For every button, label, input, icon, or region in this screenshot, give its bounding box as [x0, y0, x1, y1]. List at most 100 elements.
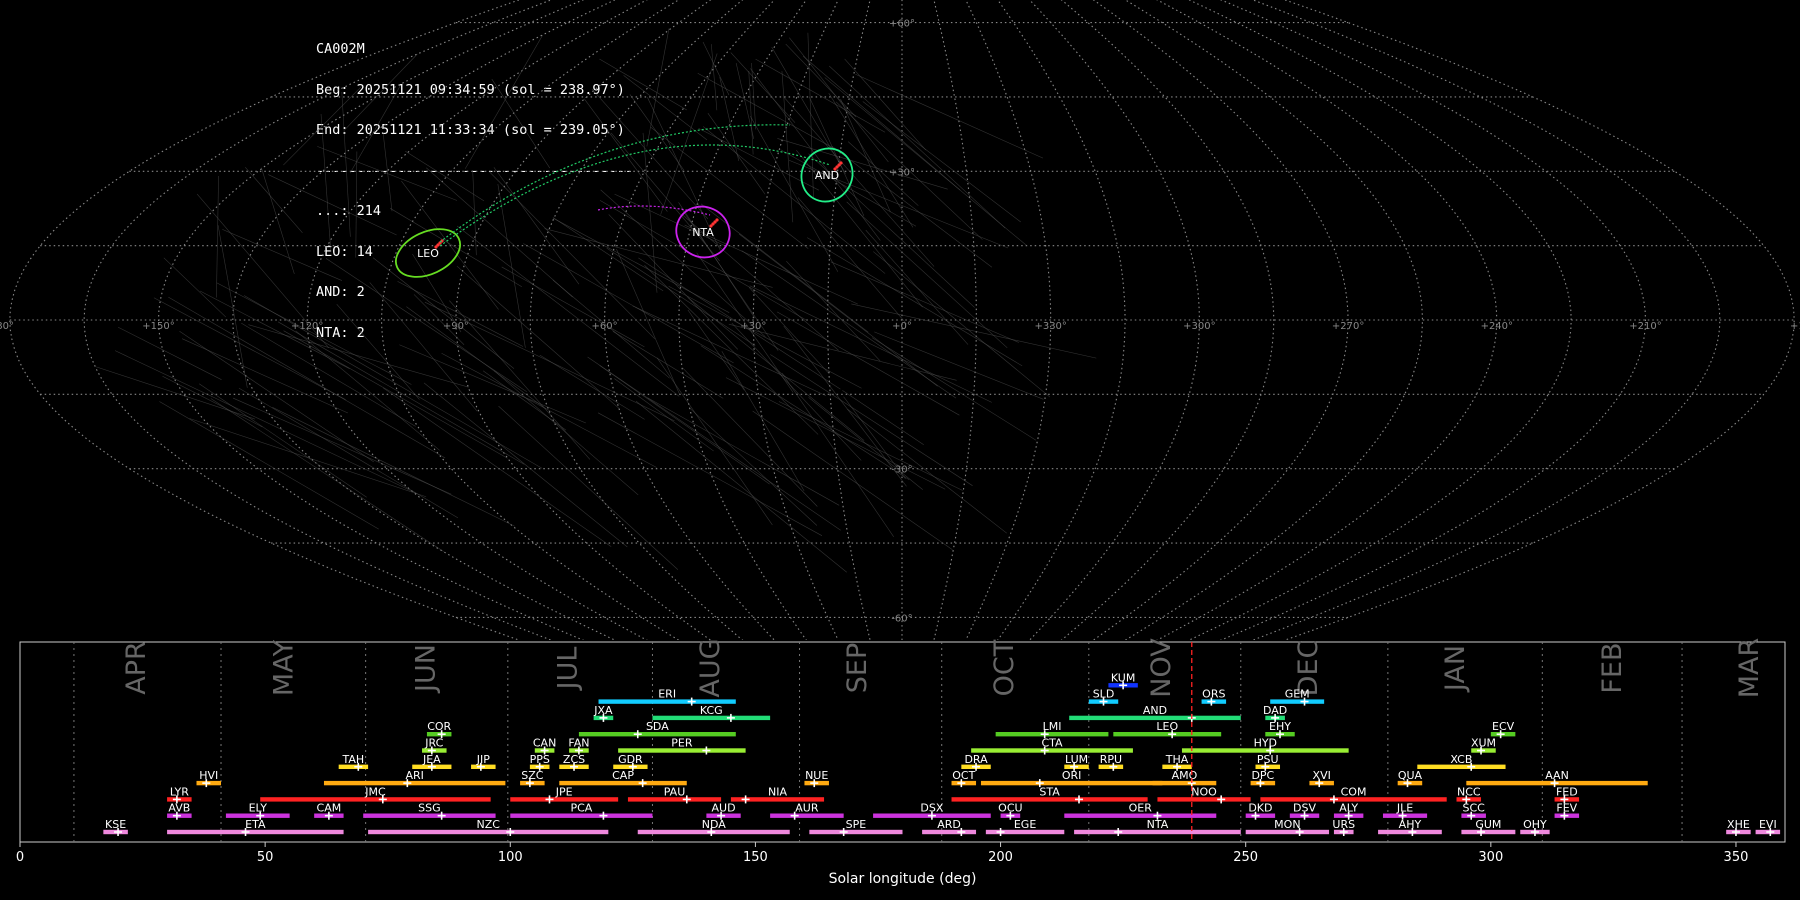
month-label: JAN: [1440, 645, 1471, 693]
shower-bar: [1157, 797, 1251, 802]
shower-bar: [1397, 780, 1423, 786]
shower-label: DSV: [1293, 802, 1316, 815]
meridian-line: [232, 0, 616, 640]
meteor-trail: [612, 331, 724, 399]
meteor-trail: [317, 146, 458, 201]
meteor-trail: [771, 46, 846, 174]
x-tick-label: 250: [1233, 850, 1258, 865]
shower-label: XUM: [1471, 737, 1496, 750]
shower-bar: [1417, 764, 1506, 769]
shower-bar: [1456, 797, 1482, 802]
shower-label: LYR: [170, 785, 189, 798]
shower-label: NUE: [805, 769, 828, 782]
shower-bar: [770, 813, 844, 818]
shower-label: NDA: [702, 818, 727, 831]
timeline-frame: [19, 641, 1786, 843]
meteor-trail: [238, 387, 459, 519]
shower-bar: [1333, 813, 1364, 818]
shower-label: NZC: [476, 818, 500, 831]
shower-label: PER: [671, 737, 693, 750]
shower-bar: [598, 699, 736, 704]
shower-label: STA: [1039, 785, 1060, 798]
meteor-trail: [847, 408, 1007, 534]
meteor-trail: [614, 378, 714, 452]
shower-bar: [995, 732, 1109, 737]
meteor-trail: [846, 201, 1008, 349]
meteor-trail: [405, 150, 485, 202]
shower-label: ELY: [249, 802, 268, 815]
shower-label: OHY: [1523, 818, 1547, 831]
meteor-trail: [162, 375, 263, 428]
shower-label: SLD: [1093, 688, 1115, 701]
shower-label: LUM: [1065, 753, 1088, 766]
longitude-label: +150°: [142, 321, 174, 332]
meteor-trail: [711, 44, 718, 111]
radiant-label: LEO: [417, 247, 439, 260]
shower-label: SPE: [846, 818, 867, 831]
shower-bar: [323, 780, 506, 786]
shower-label: URS: [1332, 818, 1355, 831]
shower-label: LMI: [1043, 720, 1062, 733]
meteor-trail: [320, 114, 332, 253]
longitude-label: +180°: [0, 321, 14, 332]
shower-label: DSX: [920, 802, 943, 815]
month-label: OCT: [989, 639, 1020, 696]
meteor-trail: [702, 41, 730, 96]
x-tick-label: 150: [743, 850, 768, 865]
shower-label: ORI: [1062, 769, 1082, 782]
shower-label: ORS: [1202, 688, 1225, 701]
meteor-trail: [390, 208, 522, 288]
shower-bar: [412, 764, 452, 769]
shower-label: AVB: [168, 802, 190, 815]
shower-bar: [167, 797, 192, 802]
shower-bar: [1265, 715, 1285, 721]
shower-label: AAN: [1545, 769, 1569, 782]
meteor-trail: [222, 229, 343, 281]
meteor-trail: [491, 78, 551, 169]
meteor-trail: [449, 300, 591, 460]
latitude-label: -60°: [891, 613, 912, 624]
shower-bar: [196, 780, 222, 786]
shower-bar: [1108, 683, 1138, 688]
shower-bar: [559, 764, 589, 769]
meteor-trail: [272, 407, 515, 527]
shower-label: ARI: [405, 769, 423, 782]
shower-bar: [961, 764, 991, 769]
shower-bars: KUM ERI SLD ORS GEM JXA KCG AND DAD COR SDA LMI LEO E…: [103, 671, 1781, 836]
meteor-trail: [731, 322, 862, 461]
shower-bar: [980, 780, 1163, 786]
x-tick-label: 350: [1724, 850, 1749, 865]
shower-label: JMC: [364, 785, 386, 798]
shower-bar: [618, 748, 746, 753]
meteor-trail: [159, 401, 379, 530]
x-axis-label: Solar longitude (deg): [829, 871, 977, 887]
shower-bar: [1554, 797, 1580, 802]
shower-bar: [637, 829, 790, 835]
meteor-trail: [399, 344, 586, 424]
x-tick-label: 100: [498, 850, 523, 865]
shower-bar: [1152, 780, 1217, 786]
shower-label: COM: [1341, 785, 1367, 798]
meteor-trail: [523, 243, 734, 364]
shower-bar: [951, 797, 1148, 802]
meteor-trail: [785, 43, 857, 118]
shower-label: PPS: [530, 753, 550, 766]
meteor-trail: [472, 169, 477, 256]
meteor-trail: [783, 325, 907, 487]
shower-bar: [1466, 780, 1648, 786]
month-label: NOV: [1146, 638, 1177, 698]
meteor-trail: [423, 382, 628, 548]
shower-bar: [1270, 699, 1325, 704]
meteor-trail: [114, 350, 418, 494]
shower-label: THA: [1165, 753, 1189, 766]
meteor-trail: [372, 257, 515, 369]
shower-label: CAN: [533, 737, 556, 750]
shower-label: FEV: [1556, 802, 1577, 815]
shower-label: DPC: [1251, 769, 1274, 782]
meteor-trail: [118, 326, 222, 380]
meteor-trail: [599, 58, 687, 111]
radiant-track: [439, 124, 791, 243]
shower-bar: [593, 715, 614, 721]
meteor-trail: [728, 323, 957, 381]
shower-bar: [569, 748, 589, 753]
